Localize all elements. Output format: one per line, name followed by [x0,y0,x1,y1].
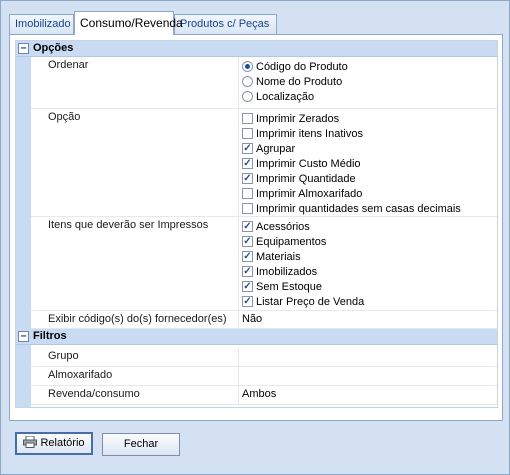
almoxarifado-value-cell[interactable] [238,367,497,385]
checkbox-preco-venda[interactable]: ✓ Listar Preço de Venda [242,295,364,310]
checkbox-agrupar[interactable]: ✓ Agrupar [242,142,295,157]
checkbox-itens-inativos[interactable]: Imprimir itens Inativos [242,127,363,142]
checkbox-imobilizados[interactable]: ✓ Imobilizados [242,265,317,280]
row-revenda-consumo: Revenda/consumo Ambos [31,386,497,405]
checkbox-sem-casas-decimais[interactable]: Imprimir quantidades sem casas decimais [242,202,461,217]
fechar-button[interactable]: Fechar [102,433,180,456]
revenda-value: Ambos [242,388,277,400]
option-label: Nome do Produto [256,76,343,88]
checkbox-equipamentos[interactable]: ✓ Equipamentos [242,235,326,250]
category-filtros: – Filtros [16,329,497,345]
radio-icon [242,75,253,87]
tab-strip: Imobilizado Consumo/Revenda Produtos c/ … [9,11,503,35]
row-ordenar: Ordenar Código do Produto Nome do Produt… [31,57,497,109]
check-icon: ✓ [242,220,253,232]
checkbox-icon [242,187,253,199]
option-label: Imprimir Quantidade [256,173,356,185]
option-label: Imprimir Zerados [256,113,340,125]
row-label: Grupo [48,350,79,362]
check-icon: ✓ [242,250,253,262]
checkbox-icon [242,127,253,139]
row-grupo: Grupo [31,348,497,367]
property-grid: – Opções Ordenar Código do Produto Nome … [15,40,498,408]
option-label: Código do Produto [256,61,348,73]
check-icon: ✓ [242,265,253,277]
option-label: Localização [256,91,315,103]
checkbox-custo-medio[interactable]: ✓ Imprimir Custo Médio [242,157,361,172]
check-icon: ✓ [242,172,253,184]
option-label: Sem Estoque [256,281,323,293]
row-almoxarifado: Almoxarifado [31,367,497,386]
grid-gutter [16,57,31,329]
category-label: Opções [33,42,74,54]
row-label: Revenda/consumo [48,388,140,400]
radio-nome-produto[interactable]: Nome do Produto [242,75,342,90]
check-icon: ✓ [242,157,253,169]
option-label: Agrupar [256,143,296,155]
option-label: Imprimir Custo Médio [256,158,361,170]
checkbox-materiais[interactable]: ✓ Materiais [242,250,301,265]
option-label: Listar Preço de Venda [256,296,365,308]
checkbox-almoxarifado[interactable]: Imprimir Almoxarifado [242,187,362,202]
fechar-label: Fechar [123,438,159,450]
option-label: Equipamentos [256,236,327,248]
exibir-value-cell[interactable]: Não [238,311,497,328]
tab-consumo-revenda[interactable]: Consumo/Revenda [74,11,183,35]
radio-localizacao[interactable]: Localização [242,90,314,105]
row-label: Ordenar [48,59,89,71]
relatorio-button[interactable]: Relatório [15,432,93,455]
option-label: Materiais [256,251,301,263]
checkbox-icon [242,112,253,124]
revenda-value-cell[interactable]: Ambos [238,386,497,404]
tab-produtos-pecas[interactable]: Produtos c/ Peças [174,14,277,35]
opcao-value: Imprimir Zerados Imprimir itens Inativos… [238,109,497,216]
category-label: Filtros [33,330,67,342]
printer-icon [23,436,38,449]
row-exibir-fornecedor: Exibir código(s) do(s) fornecedor(es) Nã… [31,311,497,329]
report-window: Imobilizado Consumo/Revenda Produtos c/ … [0,0,510,475]
category-opcoes: – Opções [16,41,497,57]
row-label: Exibir código(s) do(s) fornecedor(es) [48,313,227,325]
checkbox-imprimir-zerados[interactable]: Imprimir Zerados [242,112,339,127]
check-icon: ✓ [242,142,253,154]
grid-gutter [16,345,31,407]
checkbox-icon [242,202,253,214]
option-label: Imprimir Almoxarifado [256,188,363,200]
check-icon: ✓ [242,280,253,292]
checkbox-quantidade[interactable]: ✓ Imprimir Quantidade [242,172,356,187]
row-label: Almoxarifado [48,369,113,381]
radio-icon [242,60,253,72]
tab-panel: – Opções Ordenar Código do Produto Nome … [9,34,503,421]
grupo-value-cell[interactable] [238,348,497,366]
radio-icon [242,90,253,102]
option-label: Acessórios [256,221,310,233]
ordenar-value: Código do Produto Nome do Produto Locali… [238,57,497,108]
checkbox-acessorios[interactable]: ✓ Acessórios [242,220,310,235]
row-opcao: Opção Imprimir Zerados Imprimir itens In… [31,109,497,217]
tab-imobilizado[interactable]: Imobilizado [9,14,74,35]
check-icon: ✓ [242,235,253,247]
exibir-value: Não [242,313,263,325]
option-label: Imprimir quantidades sem casas decimais [256,203,461,215]
row-label: Itens que deverão ser Impressos [48,219,209,231]
radio-codigo-produto[interactable]: Código do Produto [242,60,348,75]
row-itens-impressos: Itens que deverão ser Impressos ✓ Acessór… [31,217,497,311]
collapse-icon[interactable]: – [18,43,29,54]
checkbox-sem-estoque[interactable]: ✓ Sem Estoque [242,280,322,295]
option-label: Imobilizados [256,266,318,278]
check-icon: ✓ [242,295,253,307]
option-label: Imprimir itens Inativos [256,128,363,140]
collapse-icon[interactable]: – [18,331,29,342]
itens-value: ✓ Acessórios ✓ Equipamentos ✓ Materiais ✓ Im… [238,217,497,310]
row-label: Opção [48,111,81,123]
relatorio-label: Relatório [40,437,85,449]
